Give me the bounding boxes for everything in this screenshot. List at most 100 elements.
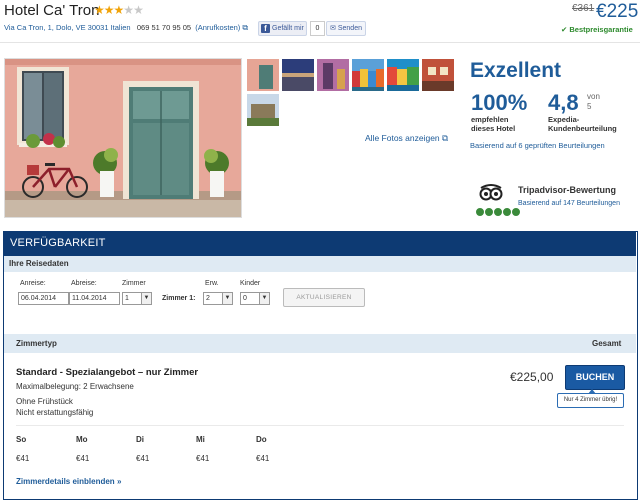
send-button[interactable]: ✉ Senden — [326, 21, 366, 36]
best-price-guarantee[interactable]: ✔ Bestpreisgarantie — [561, 25, 633, 34]
thumbnail-gallery — [246, 58, 456, 128]
score-label-line2: Kundenbeurteilung — [548, 124, 617, 133]
night-price: €41 — [16, 454, 30, 463]
tripadvisor-title: Tripadvisor-Bewertung — [518, 185, 617, 195]
header-divider — [0, 42, 640, 43]
send-icon: ✉ — [330, 25, 336, 32]
price-old: €361 — [572, 3, 595, 14]
thumbnail-2[interactable] — [281, 58, 315, 92]
thumbnail-3[interactable] — [316, 58, 350, 92]
check-icon: ✔ — [561, 25, 568, 34]
night-price: €41 — [136, 454, 150, 463]
send-label: Senden — [337, 25, 362, 32]
score-max: 5 — [587, 102, 592, 111]
hotel-address[interactable]: Via Ca Tron, 1, Dolo, VE 30031 Italien — [4, 23, 131, 32]
night-day-label: Do — [256, 435, 267, 444]
children-value: 0 — [243, 295, 247, 302]
departure-label: Abreise: — [71, 280, 97, 287]
adults-value: 2 — [206, 295, 210, 302]
call-cost-link[interactable]: (Anrufkosten) — [195, 23, 240, 32]
room-name: Standard - Spezialangebot – nur Zimmer — [16, 367, 199, 378]
thumbnail-4[interactable] — [351, 58, 385, 92]
rating-dot-icon — [485, 208, 493, 216]
chevron-down-icon: ▼ — [259, 293, 269, 304]
address-line: Via Ca Tron, 1, Dolo, VE 30031 Italien 0… — [4, 23, 248, 33]
rating-title: Exzellent — [470, 59, 562, 82]
adults-select[interactable]: 2 ▼ — [203, 292, 233, 305]
chevron-down-icon: ▼ — [222, 293, 232, 304]
recommend-label-line1: empfehlen — [471, 115, 509, 124]
rating-dot-icon — [476, 208, 484, 216]
all-photos-link[interactable]: Alle Fotos anzeigen ⧉ — [365, 133, 448, 144]
night-day-label: So — [16, 435, 27, 444]
children-select[interactable]: 0 ▼ — [240, 292, 270, 305]
book-button[interactable]: BUCHEN — [565, 365, 625, 390]
star-icon: ★ — [123, 3, 134, 17]
score-label-line1: Expedia- — [548, 115, 580, 124]
chevron-down-icon: » — [116, 477, 122, 486]
rooms-label: Zimmer — [122, 280, 146, 287]
tripadvisor-dots — [476, 203, 521, 221]
rating-dot-icon — [512, 208, 520, 216]
all-photos-label: Alle Fotos anzeigen — [365, 133, 440, 143]
night-day-label: Di — [136, 435, 144, 444]
rooms-value: 1 — [125, 295, 129, 302]
room-price: €225,00 — [510, 370, 554, 384]
room-breakfast: Ohne Frühstück — [16, 397, 73, 406]
star-icon: ★ — [113, 3, 125, 17]
thumbnail-7[interactable] — [246, 93, 280, 127]
price-new: €225 — [596, 1, 639, 22]
arrival-label: Anreise: — [20, 280, 46, 287]
night-price: €41 — [76, 454, 90, 463]
room-details-label: Zimmerdetails einblenden — [16, 477, 115, 486]
night-day-label: Mo — [76, 435, 88, 444]
star-icon: ★ — [94, 3, 105, 17]
room-refund-policy: Nicht erstattungsfähig — [16, 408, 94, 417]
refresh-button[interactable]: AKTUALISIEREN — [283, 288, 365, 307]
recommend-percent: 100% — [471, 90, 528, 115]
room1-label: Zimmer 1: — [162, 295, 196, 302]
adults-label: Erw. — [205, 280, 219, 287]
thumbnail-6[interactable] — [421, 58, 455, 92]
chevron-down-icon: ▼ — [141, 293, 151, 304]
facebook-like-count: 0 — [310, 21, 325, 36]
gallery-icon: ⧉ — [442, 133, 449, 143]
room-occupancy: Maximalbelegung: 2 Erwachsene — [16, 382, 134, 391]
reviews-link[interactable]: Basierend auf 6 geprüften Beurteilungen — [470, 141, 605, 150]
score-label: Expedia- Kundenbeurteilung — [548, 115, 617, 133]
thumbnail-1[interactable] — [246, 58, 280, 92]
star-rating: ★★★★★ — [94, 3, 144, 17]
hotel-name: Hotel Ca' Tron — [4, 2, 100, 19]
facebook-like-label: Gefällt mir — [272, 25, 304, 32]
recommend-label: empfehlen dieses Hotel — [471, 115, 515, 133]
facebook-icon: f — [261, 24, 270, 33]
external-link-icon: ⧉ — [242, 23, 249, 32]
guest-score: 4,8 — [548, 90, 579, 115]
room-table-header — [4, 334, 636, 353]
rooms-select[interactable]: 1 ▼ — [122, 292, 152, 305]
children-label: Kinder — [240, 280, 261, 287]
hotel-facade-image — [5, 59, 241, 217]
best-price-label: Bestpreisgarantie — [569, 25, 633, 34]
facebook-like-button[interactable]: f Gefällt mir — [258, 21, 307, 36]
departure-input[interactable]: 11.04.2014 — [69, 292, 120, 305]
thumbnail-5[interactable] — [386, 58, 420, 92]
score-of: von 5 — [587, 92, 600, 112]
score-von: von — [587, 92, 600, 101]
tripadvisor-reviews-link[interactable]: Basierend auf 147 Beurteilungen — [518, 200, 620, 207]
star-icon: ★ — [103, 3, 115, 17]
night-price: €41 — [256, 454, 270, 463]
hotel-phone: 069 51 70 95 05 — [136, 23, 192, 32]
rating-dot-icon — [503, 208, 511, 216]
night-day-label: Mi — [196, 435, 205, 444]
total-header: Gesamt — [592, 339, 622, 348]
star-icon: ★ — [133, 3, 144, 17]
rating-dot-icon — [494, 208, 502, 216]
travel-data-bar — [4, 256, 636, 272]
room-type-header: Zimmertyp — [16, 339, 57, 348]
arrival-input[interactable]: 06.04.2014 — [18, 292, 69, 305]
room-details-link[interactable]: Zimmerdetails einblenden » — [16, 477, 121, 486]
night-price: €41 — [196, 454, 210, 463]
availability-title: VERFÜGBARKEIT — [10, 237, 106, 249]
main-hotel-photo[interactable] — [4, 58, 242, 218]
